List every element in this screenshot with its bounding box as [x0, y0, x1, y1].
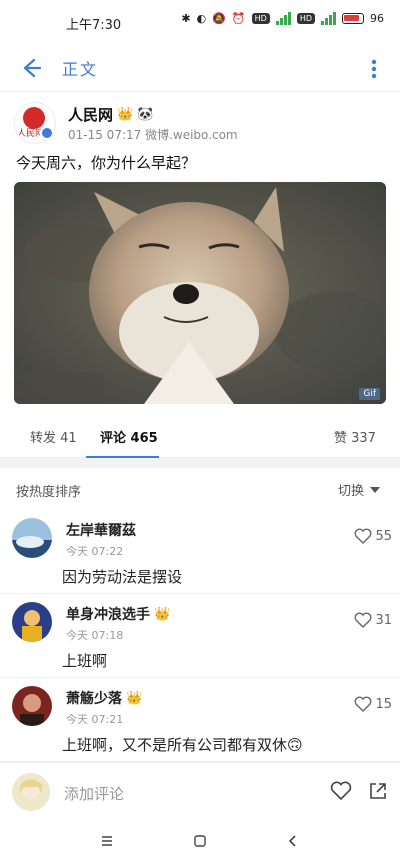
status-icons: ✱ ◐ 🔕 ⏰ HD HD 96 [181, 11, 384, 25]
alarm-icon: ⏰ [231, 11, 246, 25]
signal-icon [275, 11, 291, 25]
back-arrow-icon[interactable] [16, 54, 44, 82]
gif-badge: Gif [359, 388, 380, 400]
panda-badge-icon: 🐼 [137, 107, 154, 122]
commenter-avatar[interactable] [12, 602, 52, 642]
comment-input[interactable]: 添加评论 [64, 783, 124, 804]
post-text: 今天周六，你为什么早起？ [16, 154, 197, 172]
post-meta: 01-15 07:17 微博.weibo.com [68, 128, 238, 142]
author-name: 人民网 [68, 106, 114, 124]
like-post-heart-icon[interactable] [330, 781, 352, 801]
signal-5g-icon [321, 11, 336, 25]
comment-like-count: 55 [375, 528, 392, 544]
verified-badge-icon [40, 126, 54, 140]
comment-time: 今天 07:22 [66, 545, 124, 558]
system-navigation-bar [0, 820, 400, 866]
sort-bar: 按热度排序 切换 [0, 468, 400, 510]
back-icon[interactable] [286, 834, 300, 848]
heart-icon [355, 612, 372, 628]
battery-icon [342, 12, 364, 24]
crown-badge-icon: 👑 [154, 606, 171, 622]
comment-time: 今天 07:21 [66, 713, 124, 726]
sort-switch-button[interactable]: 切换 [338, 480, 380, 499]
commenter-name[interactable]: 左岸華爾茲 [66, 520, 136, 540]
comment-like-count: 15 [375, 696, 392, 712]
app-header: 正文 [0, 44, 400, 92]
mute-icon: 🔕 [212, 11, 226, 25]
tab-comments[interactable]: 评论 465 [100, 427, 158, 446]
toggle-icon: ◐ [196, 11, 207, 25]
tab-likes[interactable]: 赞 337 [334, 427, 376, 446]
comment-like-count: 31 [375, 612, 392, 628]
comment-like-button[interactable]: 31 [354, 612, 392, 628]
hd-icon: HD [251, 12, 270, 24]
commenter-avatar[interactable] [12, 518, 52, 558]
commenter-name[interactable]: 单身冲浪选手 👑 [66, 604, 170, 624]
comment-text: 因为劳动法是摆设 [62, 568, 183, 586]
page-title: 正文 [62, 60, 99, 79]
hd-icon-2: HD [296, 12, 315, 24]
comment-like-button[interactable]: 15 [354, 696, 392, 712]
crown-badge-icon: 👑 [117, 107, 134, 122]
comment-item: 单身冲浪选手 👑 今天 07:18 上班啊 31 [0, 594, 400, 678]
home-icon[interactable] [193, 834, 207, 848]
author-name-row[interactable]: 人民网 👑 🐼 [68, 104, 153, 125]
section-divider [0, 458, 400, 468]
crown-badge-icon: 👑 [126, 690, 143, 706]
status-bar: 上午7:30 ✱ ◐ 🔕 ⏰ HD HD 96 [0, 0, 400, 44]
bluetooth-icon: ✱ [181, 11, 191, 25]
heart-icon [355, 528, 372, 544]
interaction-tabs: 转发 41 评论 465 赞 337 [0, 412, 400, 458]
comment-text: 上班啊 [62, 652, 108, 670]
status-time: 上午7:30 [66, 18, 122, 33]
comment-item: 左岸華爾茲 今天 07:22 因为劳动法是摆设 55 [0, 510, 400, 594]
more-options-icon[interactable] [362, 54, 386, 82]
comment-like-button[interactable]: 55 [354, 528, 392, 544]
post-image[interactable]: Gif [14, 182, 386, 404]
sort-switch-label: 切换 [337, 484, 364, 499]
my-avatar[interactable] [12, 773, 50, 811]
sort-label: 按热度排序 [16, 485, 82, 500]
tab-reposts[interactable]: 转发 41 [30, 427, 77, 446]
comment-item: 萧觞少落 👑 今天 07:21 上班啊，又不是所有公司都有双休🙃 15 [0, 678, 400, 762]
comment-input-bar: 添加评论 [0, 762, 400, 820]
battery-level: 96 [370, 11, 384, 25]
share-icon[interactable] [368, 781, 388, 801]
heart-icon [355, 696, 372, 712]
fox-image [14, 182, 386, 404]
commenter-avatar[interactable] [12, 686, 52, 726]
menu-icon[interactable] [100, 834, 114, 848]
commenter-name[interactable]: 萧觞少落 👑 [66, 688, 142, 708]
comment-text: 上班啊，又不是所有公司都有双休🙃 [62, 736, 303, 754]
comment-time: 今天 07:18 [66, 629, 124, 642]
caret-down-icon [370, 486, 380, 493]
